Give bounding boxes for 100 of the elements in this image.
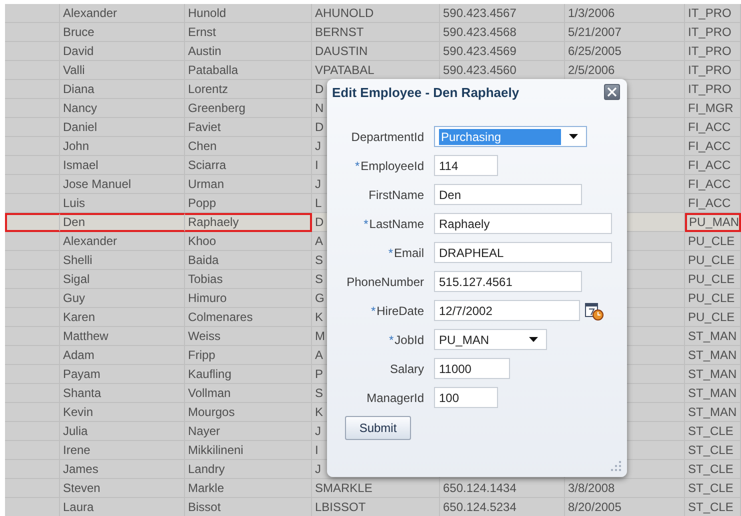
table-cell: 650.124.5234 (443, 500, 516, 514)
table-cell: ST_CLE (688, 424, 734, 438)
required-mark: * (354, 158, 360, 172)
table-cell: PU_MAN (689, 215, 740, 229)
table-cell: D (315, 120, 324, 134)
table-cell: G (315, 291, 324, 305)
required-mark: * (388, 332, 394, 346)
table-cell: Mourgos (188, 405, 235, 419)
table-cell: David (63, 44, 94, 58)
table-cell: Steven (63, 481, 100, 495)
table-cell: ST_MAN (688, 367, 737, 381)
table-cell: Payam (63, 367, 100, 381)
table-cell: Shelli (63, 253, 92, 267)
table-cell: Daniel (63, 120, 98, 134)
table-cell: Bissot (188, 500, 221, 514)
field-label: Salary (390, 362, 424, 376)
table-cell: ST_MAN (688, 386, 737, 400)
table-cell: Karen (63, 310, 96, 324)
table-cell: ST_CLE (688, 462, 734, 476)
table-cell: A (315, 234, 324, 248)
table-cell: Laura (63, 500, 94, 514)
table-cell: John (63, 139, 90, 153)
table-cell: Ismael (63, 158, 98, 172)
table-cell: FI_ACC (688, 120, 731, 134)
table-cell: DAUSTIN (315, 44, 368, 58)
table-cell: James (63, 462, 98, 476)
field-label: FirstName (368, 188, 424, 202)
table-cell: Kaufling (188, 367, 232, 381)
table-cell: FI_ACC (688, 177, 731, 191)
table-cell: 590.423.4560 (443, 63, 516, 77)
table-cell: 590.423.4567 (443, 6, 516, 20)
table-cell: Austin (188, 44, 222, 58)
table-cell: PU_CLE (688, 310, 735, 324)
table-cell: ST_CLE (688, 481, 734, 495)
table-cell: IT_PRO (688, 25, 732, 39)
table-cell: Hunold (188, 6, 226, 20)
table-cell: S (315, 386, 324, 400)
table-cell: K (315, 310, 324, 324)
table-cell: IT_PRO (688, 6, 732, 20)
table-cell: Nancy (63, 101, 98, 115)
table-cell: 2/5/2006 (568, 63, 615, 77)
table-cell: Irene (63, 443, 90, 457)
table-cell: PU_CLE (688, 291, 735, 305)
table-cell: 650.124.1434 (443, 481, 516, 495)
table-cell: 6/25/2005 (568, 44, 622, 58)
table-cell: FI_ACC (688, 196, 731, 210)
table-cell: Faviet (188, 120, 221, 134)
field-label: LastName (369, 216, 424, 230)
table-cell: Mikkilineni (188, 443, 244, 457)
required-mark: * (370, 304, 376, 318)
table-cell: Nayer (188, 424, 220, 438)
table-cell: FI_ACC (688, 139, 731, 153)
table-cell: 5/21/2007 (568, 25, 622, 39)
table-cell: IT_PRO (688, 63, 732, 77)
field-label: HireDate (376, 304, 424, 318)
table-cell: Khoo (188, 234, 216, 248)
table-cell: Sigal (63, 272, 90, 286)
table-cell: Kevin (63, 405, 94, 419)
table-cell: I (315, 443, 318, 457)
table-cell: J (315, 462, 321, 476)
table-cell: Den (63, 215, 86, 229)
table-cell: 8/20/2005 (568, 500, 622, 514)
table-cell: Ernst (188, 25, 216, 39)
table-cell: J (315, 424, 321, 438)
table-cell: 1/3/2006 (568, 6, 615, 20)
table-cell: Pataballa (188, 63, 238, 77)
table-cell: Diana (63, 82, 94, 96)
required-mark: * (388, 246, 393, 260)
field-label: ManagerId (366, 390, 424, 404)
table-cell: Tobias (188, 272, 223, 286)
table-cell: Colmenares (188, 310, 253, 324)
table-cell: Landry (188, 462, 225, 476)
table-cell: M (315, 329, 325, 343)
table-cell: FI_MGR (688, 101, 734, 115)
table-cell: Guy (63, 291, 86, 305)
table-cell: Chen (188, 139, 217, 153)
table-cell: BERNST (315, 25, 364, 39)
table-cell: ST_MAN (688, 329, 737, 343)
table-cell: Sciarra (188, 158, 226, 172)
table-cell: PU_CLE (688, 234, 735, 248)
table-cell: PU_CLE (688, 272, 735, 286)
required-mark: * (364, 216, 368, 230)
table-cell: Alexander (63, 234, 118, 248)
table-cell: Jose Manuel (63, 177, 132, 191)
table-cell: Valli (63, 63, 85, 77)
table-cell: Julia (63, 424, 88, 438)
table-cell: ST_CLE (688, 500, 734, 514)
table-cell: Fripp (188, 348, 216, 362)
table-cell: Adam (63, 348, 94, 362)
table-cell: Greenberg (188, 101, 246, 115)
table-cell: K (315, 405, 324, 419)
table-cell: Himuro (188, 291, 227, 305)
table-cell: J (315, 177, 321, 191)
table-cell: SMARKLE (315, 481, 372, 495)
table-cell: IT_PRO (688, 44, 732, 58)
table-cell: Weiss (188, 329, 220, 343)
table-cell: Popp (188, 196, 216, 210)
table-cell: ST_MAN (688, 348, 737, 362)
table-cell: S (315, 253, 324, 267)
table-cell: Luis (63, 196, 86, 210)
